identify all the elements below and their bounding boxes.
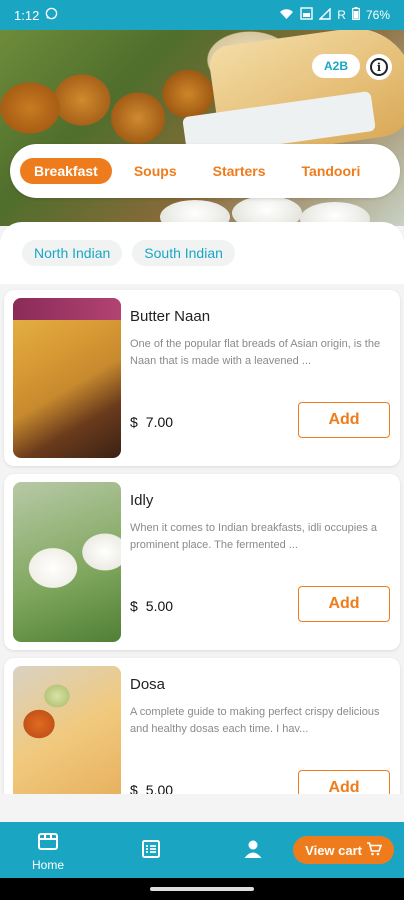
add-to-cart-button[interactable]: Add [298, 402, 390, 438]
bottom-navigation: Home View cart [0, 822, 404, 878]
brand-badge[interactable]: A2B [311, 54, 360, 78]
add-to-cart-button[interactable]: Add [298, 586, 390, 622]
menu-item-list[interactable]: Butter Naan One of the popular flat brea… [0, 284, 404, 794]
add-to-cart-button[interactable]: Add [298, 770, 390, 794]
item-description: A complete guide to making perfect crisp… [130, 706, 380, 735]
view-cart-button[interactable]: View cart [293, 836, 394, 864]
cart-icon [366, 841, 383, 859]
battery-icon [352, 7, 360, 23]
status-bar: 1:12 R 76% [0, 0, 404, 30]
item-image-idly [13, 482, 121, 642]
nav-home[interactable]: Home [32, 831, 64, 872]
whatsapp-icon [45, 7, 58, 23]
filter-north-indian[interactable]: North Indian [22, 240, 123, 266]
filter-south-indian[interactable]: South Indian [132, 240, 235, 266]
item-price: $5.00 [130, 782, 173, 794]
user-icon [243, 839, 263, 864]
menu-item-card[interactable]: Butter Naan One of the popular flat brea… [4, 290, 400, 466]
currency-symbol: $ [130, 414, 138, 430]
item-description: One of the popular flat breads of Asian … [130, 338, 381, 367]
roaming-indicator: R [337, 8, 346, 22]
item-description: When it comes to Indian breakfasts, idli… [130, 522, 378, 551]
item-title: Butter Naan [130, 308, 211, 325]
gesture-bar [0, 878, 404, 900]
view-cart-label: View cart [305, 842, 362, 858]
tab-tandoori[interactable]: Tandoori [288, 158, 375, 184]
nav-menu[interactable] [141, 839, 161, 864]
cell-signal-icon [318, 6, 331, 23]
item-title: Dosa [130, 676, 166, 693]
wifi-icon [279, 8, 294, 23]
home-gesture-handle[interactable] [150, 887, 254, 891]
status-time: 1:12 [14, 7, 40, 23]
item-title: Idly [130, 492, 154, 509]
app-screen: 1:12 R 76% A2B i Breakfast Soups Starter… [0, 0, 404, 900]
item-image-dosa [13, 666, 121, 794]
category-tabs: Breakfast Soups Starters Tandoori [10, 144, 400, 198]
info-icon: i [370, 58, 388, 76]
subcategory-filters: North Indian South Indian [0, 222, 404, 284]
menu-item-card[interactable]: Idly When it comes to Indian breakfasts,… [4, 474, 400, 650]
info-button[interactable]: i [366, 54, 392, 80]
battery-percent: 76% [365, 8, 390, 22]
nav-profile[interactable] [243, 839, 263, 864]
currency-symbol: $ [130, 782, 138, 794]
price-value: 5.00 [145, 598, 174, 614]
item-price: $5.00 [130, 598, 173, 614]
tab-soups[interactable]: Soups [120, 158, 191, 184]
menu-list-icon [141, 839, 161, 864]
item-price: $7.00 [130, 414, 173, 430]
currency-symbol: $ [130, 598, 138, 614]
nav-home-label: Home [32, 858, 65, 872]
store-icon [37, 831, 59, 856]
item-image-butter-naan [13, 298, 121, 458]
menu-item-card[interactable]: Dosa A complete guide to making perfect … [4, 658, 400, 794]
price-value: 7.00 [145, 414, 174, 430]
tab-starters[interactable]: Starters [199, 158, 280, 184]
tab-breakfast[interactable]: Breakfast [20, 158, 112, 184]
data-saver-icon [300, 7, 313, 23]
price-value: 5.00 [145, 782, 174, 794]
